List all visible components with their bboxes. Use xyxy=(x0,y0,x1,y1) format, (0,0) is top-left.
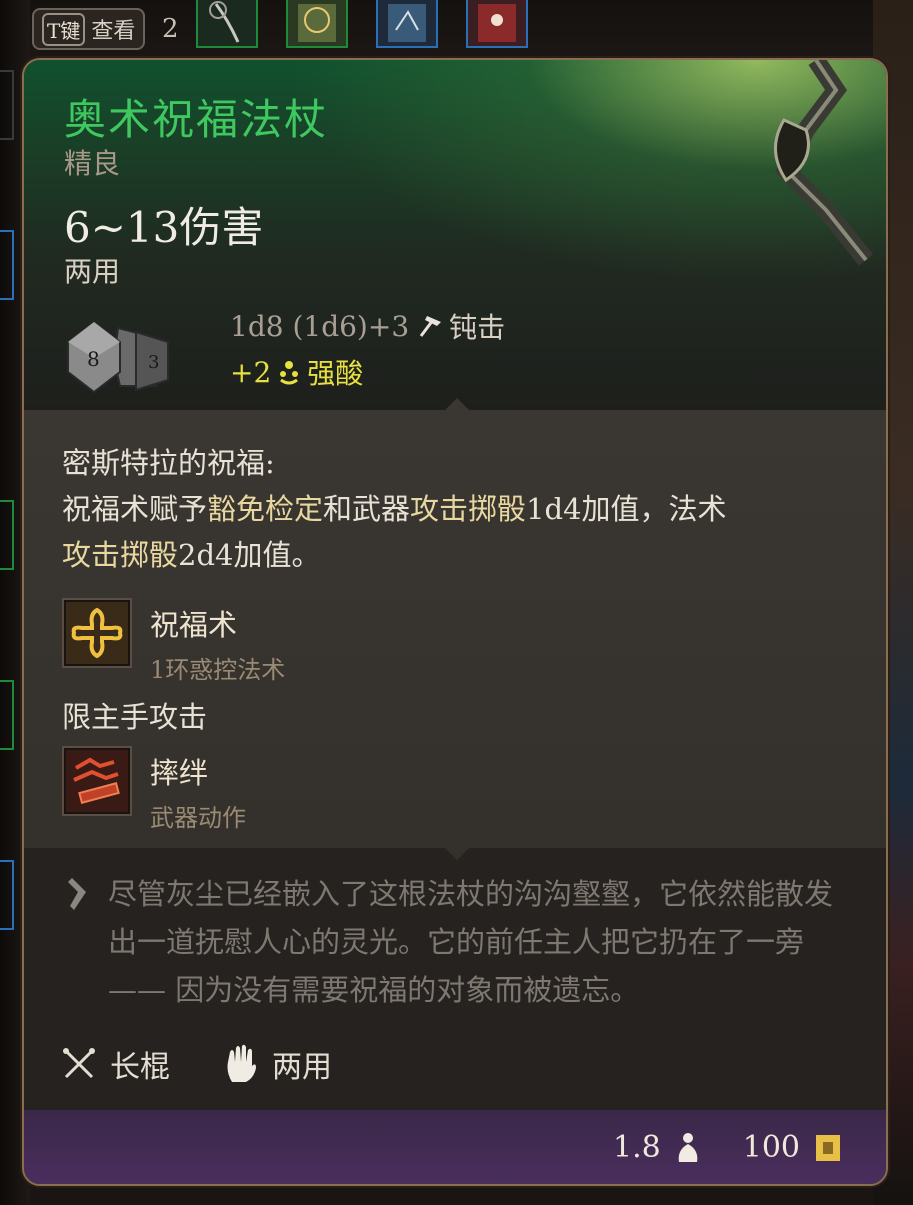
hotbar-slot[interactable] xyxy=(376,0,438,48)
scroll-item-icon xyxy=(388,4,426,42)
weight-icon xyxy=(678,1132,698,1162)
hotbar-slot[interactable] xyxy=(196,0,258,48)
attack-roll-link[interactable]: 攻击掷骰 xyxy=(410,492,526,526)
tooltip-footer: 1.8 100 xyxy=(24,1110,886,1184)
section-notch xyxy=(445,398,469,410)
section-notch xyxy=(445,848,469,860)
blessing-text: 祝福术赋予 xyxy=(62,492,208,526)
base-damage-type: 钝击 xyxy=(449,311,506,344)
blessing-text: 和武器 xyxy=(323,492,411,526)
scroll-item-icon xyxy=(298,4,336,42)
quarterstaff-icon xyxy=(63,1048,95,1079)
two-hand-icon xyxy=(227,1044,256,1082)
bonus-damage: +2 强酸 xyxy=(230,352,363,392)
weapon-properties: 长棍 两用 xyxy=(62,1042,332,1086)
weight-value-row: 1.8 100 xyxy=(613,1130,842,1165)
base-damage-dice: 1d8 (1d6)+3 xyxy=(230,309,410,343)
hammer-icon xyxy=(419,316,442,337)
scroll-item-icon xyxy=(478,4,516,42)
staff-item-icon xyxy=(209,1,240,43)
item-rarity: 精良 xyxy=(64,147,121,180)
examine-key-hint[interactable]: T键 查看 xyxy=(32,8,146,50)
t-key-label: T键 xyxy=(42,12,86,46)
side-slot[interactable] xyxy=(0,70,14,140)
ability-topple[interactable]: 摔绊 武器动作 xyxy=(62,746,246,833)
lore-section: 尽管灰尘已经嵌入了这根法杖的沟沟壑壑，它依然能散发出一道抚慰人心的灵光。它的前任… xyxy=(24,848,886,1110)
acid-icon xyxy=(280,361,299,385)
d8-d6-dice-icon: 3 8 xyxy=(67,320,170,394)
bonus-damage-type: 强酸 xyxy=(307,357,364,390)
stack-count: 2 xyxy=(162,14,179,44)
ability-bless[interactable]: 祝福术 1环惑控法术 xyxy=(62,598,285,685)
handedness: 两用 xyxy=(64,255,121,288)
base-damage: 1d8 (1d6)+3 钝击 xyxy=(230,306,505,346)
bonus-damage-value: +2 xyxy=(230,355,272,389)
side-slot[interactable] xyxy=(0,230,14,300)
blessing-description: 祝福术赋予豁免检定和武器攻击掷骰1d4加值，法术 攻击掷骰2d4加值。 xyxy=(62,486,782,578)
blessing-text: 1d4加值，法术 xyxy=(526,492,727,526)
blessing-text: 2d4加值。 xyxy=(178,538,321,572)
lore-text: 尽管灰尘已经嵌入了这根法杖的沟沟壑壑，它依然能散发出一道抚慰人心的灵光。它的前任… xyxy=(108,877,834,1007)
blessing-title: 密斯特拉的祝福: xyxy=(62,446,275,480)
saving-throw-link[interactable]: 豁免检定 xyxy=(207,492,323,526)
quote-icon xyxy=(68,878,86,910)
topple-icon xyxy=(62,746,132,816)
hotbar-slot[interactable] xyxy=(286,0,348,48)
side-slot[interactable] xyxy=(0,500,14,570)
gold-icon xyxy=(816,1134,840,1161)
blessing-section: 密斯特拉的祝福: 祝福术赋予豁免检定和武器攻击掷骰1d4加值，法术 攻击掷骰2d4… xyxy=(24,398,886,848)
side-slot[interactable] xyxy=(0,860,14,930)
bless-cross-icon xyxy=(62,598,132,668)
item-name: 奥术祝福法杖 xyxy=(64,95,329,144)
weapon-type-label: 长棍 xyxy=(110,1050,170,1085)
damage-range: 6~13伤害 xyxy=(64,203,264,252)
svg-text:8: 8 xyxy=(87,347,100,371)
gold-value: 100 xyxy=(742,1130,800,1165)
ability-name: 祝福术 xyxy=(150,608,238,642)
ability-name: 摔绊 xyxy=(150,756,209,790)
item-tooltip: 奥术祝福法杖 精良 6~13伤害 两用 3 8 1d8 (1d6)+3 钝击 +… xyxy=(22,58,888,1186)
tooltip-header: 奥术祝福法杖 精良 6~13伤害 两用 3 8 1d8 (1d6)+3 钝击 +… xyxy=(24,60,886,410)
attack-roll-link[interactable]: 攻击掷骰 xyxy=(62,538,178,572)
ability-type: 武器动作 xyxy=(150,804,246,832)
svg-text:3: 3 xyxy=(148,352,159,373)
ability-type: 1环惑控法术 xyxy=(150,656,286,684)
handedness-label: 两用 xyxy=(272,1050,332,1085)
view-label: 查看 xyxy=(91,19,136,44)
restriction-label: 限主手攻击 xyxy=(62,700,208,734)
side-slot[interactable] xyxy=(0,680,14,750)
weight-value: 1.8 xyxy=(613,1130,661,1165)
staff-artwork-icon xyxy=(774,60,874,266)
hotbar-slot[interactable] xyxy=(466,0,528,48)
